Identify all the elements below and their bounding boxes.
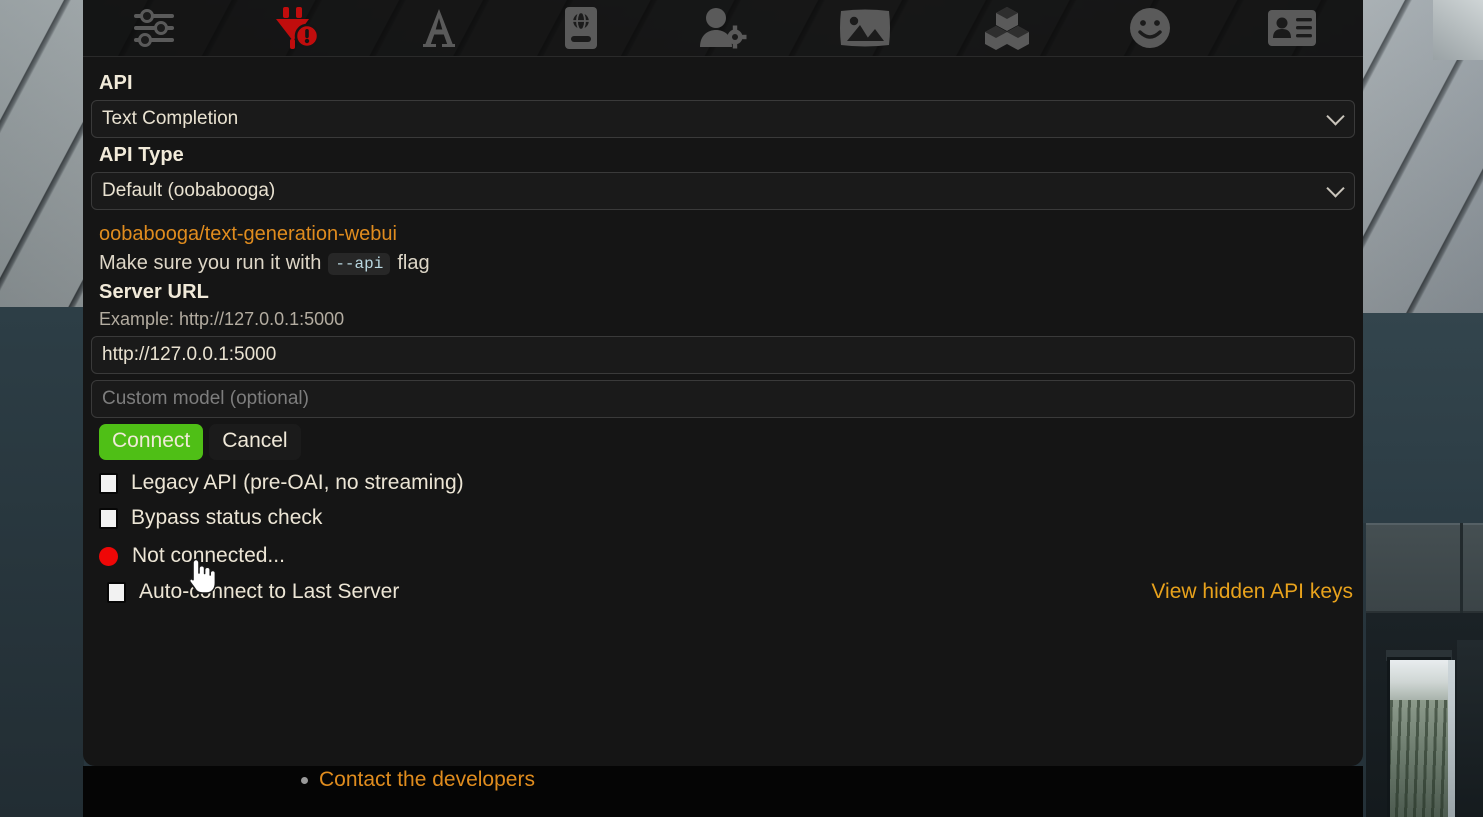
toolbar-persona-management[interactable] (1079, 0, 1221, 57)
chevron-down-icon (1326, 179, 1345, 198)
world-info-icon (561, 6, 601, 50)
cancel-button[interactable]: Cancel (209, 424, 301, 460)
api-flag-hint-before: Make sure you run it with (99, 252, 322, 274)
api-label: API (99, 72, 133, 94)
letter-a-icon (419, 7, 459, 49)
toolbar-character-management[interactable] (1221, 0, 1363, 57)
action-buttons: Connect Cancel (99, 424, 1355, 460)
connection-status-text: Not connected... (132, 544, 285, 567)
server-url-label: Server URL (99, 281, 209, 303)
legacy-api-label: Legacy API (pre-OAI, no streaming) (131, 471, 464, 494)
repo-link[interactable]: oobabooga/text-generation-webui (99, 223, 397, 246)
api-select[interactable]: Text Completion (91, 100, 1355, 138)
custom-model-placeholder: Custom model (optional) (102, 388, 309, 409)
view-hidden-api-keys-link[interactable]: View hidden API keys (1151, 580, 1355, 604)
toolbar-backgrounds[interactable] (794, 0, 936, 57)
id-card-icon (1267, 9, 1317, 47)
smiley-icon (1129, 7, 1171, 49)
cubes-icon (984, 6, 1030, 50)
server-url-input[interactable]: http://127.0.0.1:5000 (91, 336, 1355, 374)
chevron-down-icon (1326, 107, 1345, 126)
toolbar-worldinfo[interactable] (510, 0, 652, 57)
plug-warning-icon (272, 6, 320, 50)
api-select-value: Text Completion (102, 108, 239, 129)
api-connections-panel: API Text Completion API Type Default (oo… (83, 57, 1363, 766)
api-flag-hint-after: flag (397, 252, 430, 274)
background-right-dark-area (1457, 640, 1483, 817)
background-left-wall (0, 307, 84, 817)
background-cabinet-divider (1460, 523, 1463, 613)
bypass-status-check-checkbox[interactable]: Bypass status check (99, 506, 1355, 530)
connection-status: Not connected... (99, 544, 1355, 568)
bullet-icon (301, 776, 308, 784)
contact-developers-link[interactable]: Contact the developers (319, 768, 535, 792)
custom-model-input[interactable]: Custom model (optional) (91, 380, 1355, 418)
api-type-select-value: Default (oobabooga) (102, 180, 276, 201)
status-indicator-icon (99, 546, 118, 566)
toolbar-user-settings[interactable] (652, 0, 794, 57)
server-url-input-value: http://127.0.0.1:5000 (102, 344, 277, 365)
background-cabinet (1366, 523, 1483, 613)
list-item: Contact the developers (83, 768, 1363, 792)
server-url-example: Example: http://127.0.0.1:5000 (99, 309, 345, 329)
toolbar-api-connections[interactable] (225, 0, 367, 57)
image-icon (839, 8, 891, 48)
links-list: Contact the developers (83, 766, 1363, 792)
auto-connect-label: Auto-connect to Last Server (139, 580, 400, 603)
background-window-trees (1390, 700, 1448, 817)
api-flag-code: --api (328, 252, 391, 275)
toolbar-ai-response-configuration[interactable] (83, 0, 225, 57)
toolbar-advanced-formatting[interactable] (367, 0, 509, 57)
lower-links-area: Contact the developers (83, 766, 1363, 817)
api-type-label: API Type (99, 144, 184, 166)
top-toolbar (83, 0, 1363, 57)
toolbar-extensions[interactable] (936, 0, 1078, 57)
background-door-frame (1448, 660, 1455, 817)
autoconnect-row: Auto-connect to Last Server View hidden … (91, 580, 1355, 604)
sliders-icon (132, 8, 176, 48)
api-flag-hint: Make sure you run it with --api flag (99, 252, 1355, 275)
api-type-select[interactable]: Default (oobabooga) (91, 172, 1355, 210)
legacy-api-checkbox[interactable]: Legacy API (pre-OAI, no streaming) (99, 471, 1355, 495)
user-settings-icon (699, 7, 747, 49)
connect-button[interactable]: Connect (99, 424, 204, 460)
auto-connect-checkbox[interactable]: Auto-connect to Last Server (107, 580, 399, 604)
checkbox-box[interactable] (99, 507, 118, 529)
background-corner-highlight (1433, 0, 1483, 60)
bypass-status-check-label: Bypass status check (131, 506, 323, 529)
checkbox-box[interactable] (99, 472, 118, 494)
checkbox-box[interactable] (107, 581, 126, 603)
